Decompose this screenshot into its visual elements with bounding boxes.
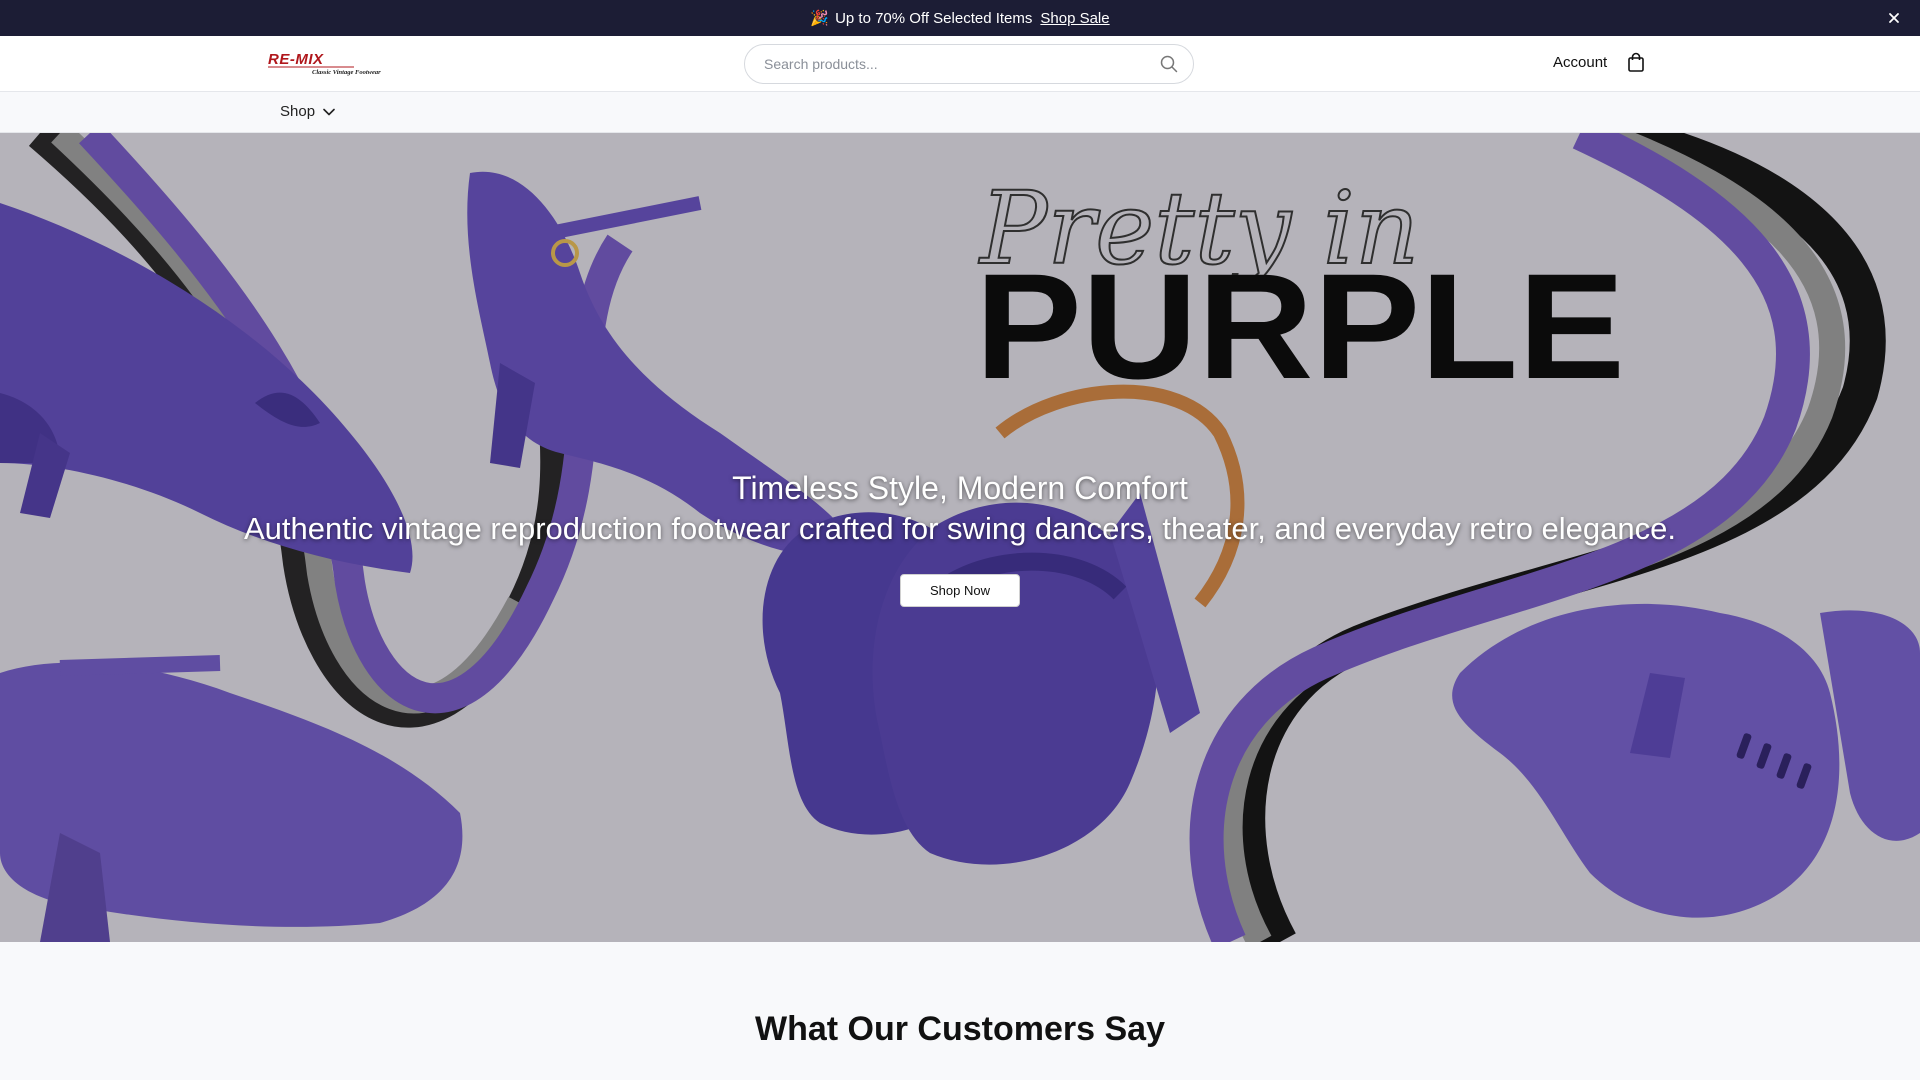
party-icon: 🎉 bbox=[810, 10, 830, 27]
search-bar bbox=[744, 44, 1194, 84]
testimonials-heading: What Our Customers Say bbox=[755, 1010, 1165, 1048]
search-icon[interactable] bbox=[1159, 54, 1179, 74]
chevron-down-icon bbox=[323, 108, 335, 115]
close-icon[interactable] bbox=[1884, 8, 1904, 28]
main-nav: Shop bbox=[0, 92, 1920, 133]
account-link[interactable]: Account bbox=[1553, 54, 1607, 71]
site-header: RE-MIX Classic Vintage Footwear Account bbox=[0, 36, 1920, 92]
nav-shop-dropdown[interactable]: Shop bbox=[280, 103, 335, 120]
logo-tagline: Classic Vintage Footwear bbox=[312, 69, 381, 76]
announcement-bar: 🎉 Up to 70% Off Selected Items Shop Sale bbox=[0, 0, 1920, 36]
shopping-bag-icon[interactable] bbox=[1627, 52, 1647, 74]
logo[interactable]: RE-MIX Classic Vintage Footwear bbox=[266, 50, 386, 76]
shop-now-button[interactable]: Shop Now bbox=[900, 574, 1020, 607]
nav-shop-label: Shop bbox=[280, 103, 316, 120]
search-input[interactable] bbox=[762, 55, 1159, 73]
hero-banner: Pretty in PURPLE Timeless Style, Modern … bbox=[0, 133, 1920, 942]
logo-text: RE-MIX bbox=[268, 51, 324, 68]
announcement-text: Up to 70% Off Selected Items bbox=[835, 9, 1033, 27]
hero-title: Timeless Style, Modern Comfort bbox=[732, 470, 1188, 506]
testimonials-section: What Our Customers Say bbox=[0, 942, 1920, 1080]
shop-sale-link[interactable]: Shop Sale bbox=[1040, 10, 1109, 27]
hero-subtitle: Authentic vintage reproduction footwear … bbox=[243, 511, 1676, 546]
